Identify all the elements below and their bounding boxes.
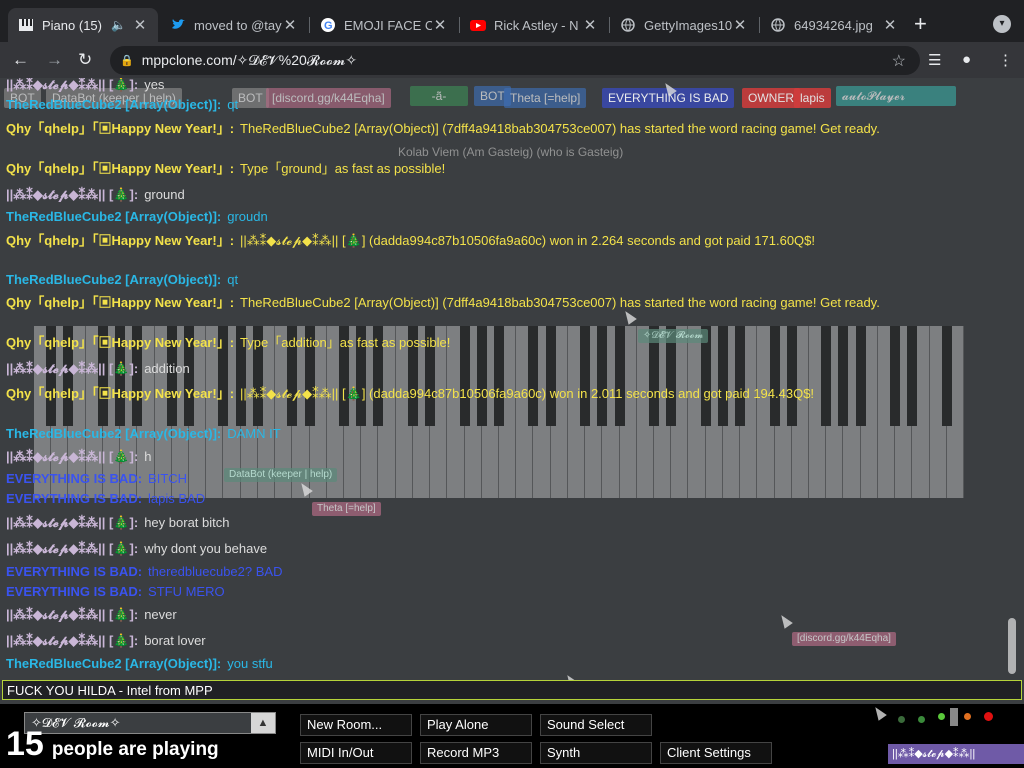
chat-message: ||⁂⁑◆𝓼𝓽𝓮𝓹◆⁑⁂|| [🎄]: never bbox=[6, 607, 177, 622]
chat-message: TheRedBlueCube2 [Array(Object)]: DAMN IT bbox=[6, 426, 281, 441]
back-icon[interactable]: ← bbox=[12, 50, 29, 70]
profile-icon[interactable]: ● bbox=[962, 51, 971, 68]
volume-knob[interactable] bbox=[950, 708, 958, 726]
svg-text:G: G bbox=[324, 20, 333, 32]
close-icon[interactable]: ✕ bbox=[882, 16, 898, 34]
close-icon[interactable]: ✕ bbox=[582, 16, 598, 34]
chat-message: Qhy「qhelp」「▣Happy New Year!」: ||⁂⁑◆𝓼𝓽𝓮𝓹◆⁑… bbox=[6, 386, 815, 401]
speaker-icon[interactable]: 🔈 bbox=[111, 18, 126, 32]
tab-title: EMOJI FACE C bbox=[344, 17, 432, 33]
chat-message: EVERYTHING IS BAD: lapis BAD bbox=[6, 491, 206, 506]
meter-led bbox=[918, 716, 925, 723]
browser-toolbar: ← → ↻ 🔒 mppclone.com/✧𝓓𝓔𝓥%20𝓡𝓸𝓸𝓶✧ ☆ ☰ ● … bbox=[0, 42, 1024, 78]
tab-getty[interactable]: GettyImages10 ✕ bbox=[610, 8, 758, 42]
tab-youtube[interactable]: Rick Astley - N ✕ bbox=[460, 8, 608, 42]
close-icon[interactable]: ✕ bbox=[282, 16, 298, 34]
chat-message: ||⁂⁑◆𝓼𝓽𝓮𝓹◆⁑⁂|| [🎄]: hey borat bitch bbox=[6, 515, 230, 530]
cursor-label: [discord.gg/k44Eqha] bbox=[792, 632, 896, 646]
tab-title: 64934264.jpg bbox=[794, 17, 873, 33]
meter-led bbox=[964, 713, 971, 720]
play-alone-button[interactable]: Play Alone bbox=[420, 714, 532, 736]
tab-search-icon[interactable]: ▾ bbox=[993, 15, 1011, 33]
forward-icon[interactable]: → bbox=[46, 50, 63, 70]
tab-title: Piano (15) bbox=[42, 17, 102, 33]
tab-title: Rick Astley - N bbox=[494, 17, 579, 33]
address-text: mppclone.com/✧𝓓𝓔𝓥%20𝓡𝓸𝓸𝓶✧ bbox=[141, 52, 358, 68]
sound-select-button[interactable]: Sound Select bbox=[540, 714, 652, 736]
chat-message: ||⁂⁑◆𝓼𝓽𝓮𝓹◆⁑⁂|| [🎄]: addition bbox=[6, 361, 190, 376]
chat-message: Qhy「qhelp」「▣Happy New Year!」: ||⁂⁑◆𝓼𝓽𝓮𝓹◆⁑… bbox=[6, 233, 816, 248]
address-bar[interactable]: 🔒 mppclone.com/✧𝓓𝓔𝓥%20𝓡𝓸𝓸𝓶✧ ☆ bbox=[110, 46, 920, 75]
bookmark-star-icon[interactable]: ☆ bbox=[892, 51, 906, 71]
client-settings-button[interactable]: Client Settings bbox=[660, 742, 772, 764]
chat-message: ||⁂⁑◆𝓼𝓽𝓮𝓹◆⁑⁂|| [🎄]: ground bbox=[6, 187, 185, 202]
chat-message: TheRedBlueCube2 [Array(Object)]: qt bbox=[6, 272, 239, 287]
globe-icon bbox=[620, 17, 636, 33]
chat-message: EVERYTHING IS BAD: STFU MERO bbox=[6, 584, 225, 599]
chat-message: TheRedBlueCube2 [Array(Object)]: groudn bbox=[6, 209, 268, 224]
meter-led bbox=[984, 712, 993, 721]
close-icon[interactable]: ✕ bbox=[132, 16, 148, 34]
my-name-tag[interactable]: ||⁂⁑◆𝓼𝓽𝓮𝓹◆⁑⁂|| bbox=[888, 744, 1024, 764]
player-count: 15 people are playing bbox=[6, 726, 219, 762]
reload-icon[interactable]: ↻ bbox=[78, 50, 92, 70]
chat-message: ||⁂⁑◆𝓼𝓽𝓮𝓹◆⁑⁂|| [🎄]: why dont you behave bbox=[6, 541, 268, 556]
globe-icon bbox=[770, 17, 786, 33]
tab-title: GettyImages10 bbox=[644, 17, 732, 33]
synth-button[interactable]: Synth bbox=[540, 742, 652, 764]
tab-twitter[interactable]: moved to @tay ✕ bbox=[160, 8, 308, 42]
youtube-icon bbox=[470, 17, 486, 33]
record-mp3-button[interactable]: Record MP3 bbox=[420, 742, 532, 764]
tab-bar: Piano (15) 🔈 ✕ moved to @tay ✕ G EMOJI F… bbox=[0, 0, 1024, 48]
close-icon[interactable]: ✕ bbox=[732, 16, 748, 34]
player-count-label: people are playing bbox=[51, 739, 219, 760]
close-icon[interactable]: ✕ bbox=[432, 16, 448, 34]
piano-icon bbox=[18, 17, 34, 33]
cursor-label: ✧𝓓𝓔𝓥 𝓡𝓸𝓸𝓶 bbox=[638, 329, 709, 343]
chat-scrollbar[interactable] bbox=[1008, 618, 1016, 674]
chat-message: EVERYTHING IS BAD: BITCH bbox=[6, 471, 188, 486]
cursor-label: Theta [=help] bbox=[312, 502, 381, 516]
volume-meter[interactable] bbox=[880, 708, 1024, 732]
chat-message: Qhy「qhelp」「▣Happy New Year!」: TheRedBlueC… bbox=[6, 121, 880, 136]
tab-image[interactable]: 64934264.jpg ✕ bbox=[760, 8, 908, 42]
menu-icon[interactable]: ⋮ bbox=[998, 51, 1013, 69]
twitter-icon bbox=[170, 17, 186, 33]
tab-google[interactable]: G EMOJI FACE C ✕ bbox=[310, 8, 458, 42]
new-room-button[interactable]: New Room... bbox=[300, 714, 412, 736]
chat-message: Qhy「qhelp」「▣Happy New Year!」: Type「ground… bbox=[6, 161, 446, 176]
midi-button[interactable]: MIDI In/Out bbox=[300, 742, 412, 764]
chat-message: Qhy「qhelp」「▣Happy New Year!」: TheRedBlueC… bbox=[6, 295, 880, 310]
meter-led bbox=[898, 716, 905, 723]
chat-message: TheRedBlueCube2 [Array(Object)]: qt bbox=[6, 97, 239, 112]
chat-message: EVERYTHING IS BAD: theredbluecube2? BAD bbox=[6, 564, 283, 579]
chat-log: ||⁂⁑◆𝓼𝓽𝓮𝓹◆⁑⁂|| [🎄]: yes TheRedBlueCube2 [… bbox=[0, 78, 1005, 676]
chat-message: ||⁂⁑◆𝓼𝓽𝓮𝓹◆⁑⁂|| [🎄]: yes bbox=[6, 78, 165, 92]
tab-piano[interactable]: Piano (15) 🔈 ✕ bbox=[8, 8, 158, 42]
tab-title: moved to @tay bbox=[194, 17, 282, 33]
mpp-page: BOT DataBot (keeper | help) BOT [discord… bbox=[0, 78, 1024, 768]
chevron-up-icon[interactable]: ▲ bbox=[251, 713, 275, 733]
meter-led bbox=[938, 713, 945, 720]
media-control-icon[interactable]: ☰ bbox=[928, 51, 941, 69]
chat-message: TheRedBlueCube2 [Array(Object)]: you stfu bbox=[6, 656, 273, 671]
chat-input[interactable] bbox=[2, 680, 1022, 700]
lock-icon: 🔒 bbox=[120, 55, 134, 67]
chat-message: ||⁂⁑◆𝓼𝓽𝓮𝓹◆⁑⁂|| [🎄]: h bbox=[6, 449, 152, 464]
bottom-controls: ✧𝓓𝓔𝓥 𝓡𝓸𝓸𝓶✧ ▲ 15 people are playing New R… bbox=[0, 704, 1024, 768]
new-tab-button[interactable]: + bbox=[914, 13, 927, 35]
google-icon: G bbox=[320, 17, 336, 33]
chat-message: Qhy「qhelp」「▣Happy New Year!」: Type「additi… bbox=[6, 335, 451, 350]
cursor-label: DataBot (keeper | help) bbox=[224, 468, 338, 482]
player-count-number: 15 bbox=[6, 725, 44, 763]
